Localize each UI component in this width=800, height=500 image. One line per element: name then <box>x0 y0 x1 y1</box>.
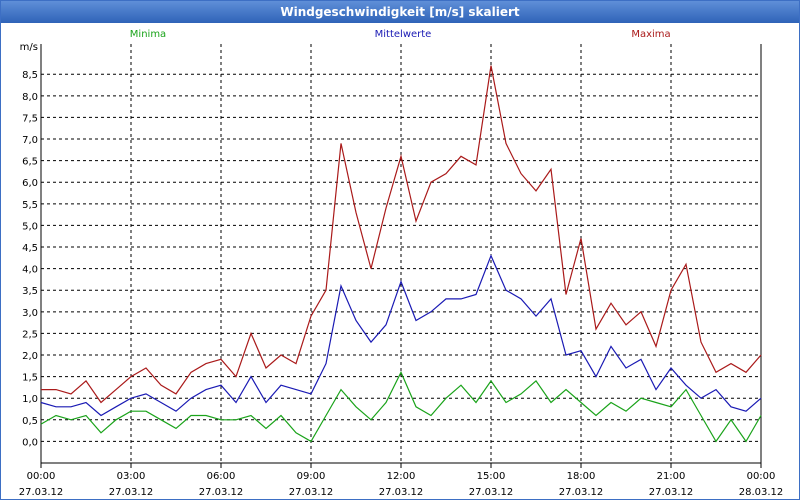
x-tick-date: 27.03.12 <box>289 487 334 498</box>
x-tick-date: 27.03.12 <box>559 487 604 498</box>
x-tick-time: 18:00 <box>567 471 596 482</box>
x-tick-time: 12:00 <box>387 471 416 482</box>
x-tick-date: 27.03.12 <box>109 487 154 498</box>
chart-title: Windgeschwindigkeit [m/s] skaliert <box>1 1 799 23</box>
y-tick-label: 1,5 <box>22 373 38 384</box>
y-tick-label: 1,0 <box>22 394 38 405</box>
y-tick-label: 3,0 <box>22 308 38 319</box>
wind-speed-chart: 0,0 0,5 1,0 1,5 2,0 2,5 3,0 3,5 4,0 4,5 5,0 5,5 6,0 6… <box>19 29 784 498</box>
y-tick-label: 7,0 <box>22 135 38 146</box>
x-tick-date: 27.03.12 <box>19 487 64 498</box>
grid-lines <box>41 44 761 463</box>
y-tick-label: 5,0 <box>22 221 38 232</box>
chart-window: Windgeschwindigkeit [m/s] skaliert 0,0 0,… <box>0 0 800 500</box>
y-tick-label: 2,5 <box>22 329 38 340</box>
x-tick-time: 00:00 <box>27 471 56 482</box>
y-tick-label: 8,5 <box>22 70 38 81</box>
x-tick-time: 03:00 <box>117 471 146 482</box>
legend-entry-mittelwerte: Mittelwerte <box>375 29 432 40</box>
x-tick-date: 27.03.12 <box>469 487 514 498</box>
y-axis-label: m/s <box>20 42 38 53</box>
x-tick-date: 27.03.12 <box>649 487 694 498</box>
y-tick-label: 0,0 <box>22 437 38 448</box>
y-tick-label: 7,5 <box>22 113 38 124</box>
legend-entry-minima: Minima <box>130 29 166 40</box>
y-tick-label: 6,5 <box>22 157 38 168</box>
x-tick-time: 09:00 <box>297 471 326 482</box>
x-tick-time: 00:00 <box>747 471 776 482</box>
y-tick-label: 0,5 <box>22 416 38 427</box>
x-tick-time: 21:00 <box>657 471 686 482</box>
legend-entry-maxima: Maxima <box>631 29 670 40</box>
x-tick-date: 27.03.12 <box>379 487 424 498</box>
y-tick-label: 6,0 <box>22 178 38 189</box>
x-tick-time: 15:00 <box>477 471 506 482</box>
y-tick-label: 5,5 <box>22 200 38 211</box>
y-tick-label: 3,5 <box>22 286 38 297</box>
legend: Minima Mittelwerte Maxima <box>130 29 671 40</box>
y-tick-label: 2,0 <box>22 351 38 362</box>
x-tick-time: 06:00 <box>207 471 236 482</box>
y-tick-label: 4,5 <box>22 243 38 254</box>
x-tick-date: 27.03.12 <box>199 487 244 498</box>
y-tick-label: 4,0 <box>22 265 38 276</box>
x-tick-date: 28.03.12 <box>739 487 784 498</box>
y-tick-label: 8,0 <box>22 92 38 103</box>
series-layer <box>40 65 762 443</box>
